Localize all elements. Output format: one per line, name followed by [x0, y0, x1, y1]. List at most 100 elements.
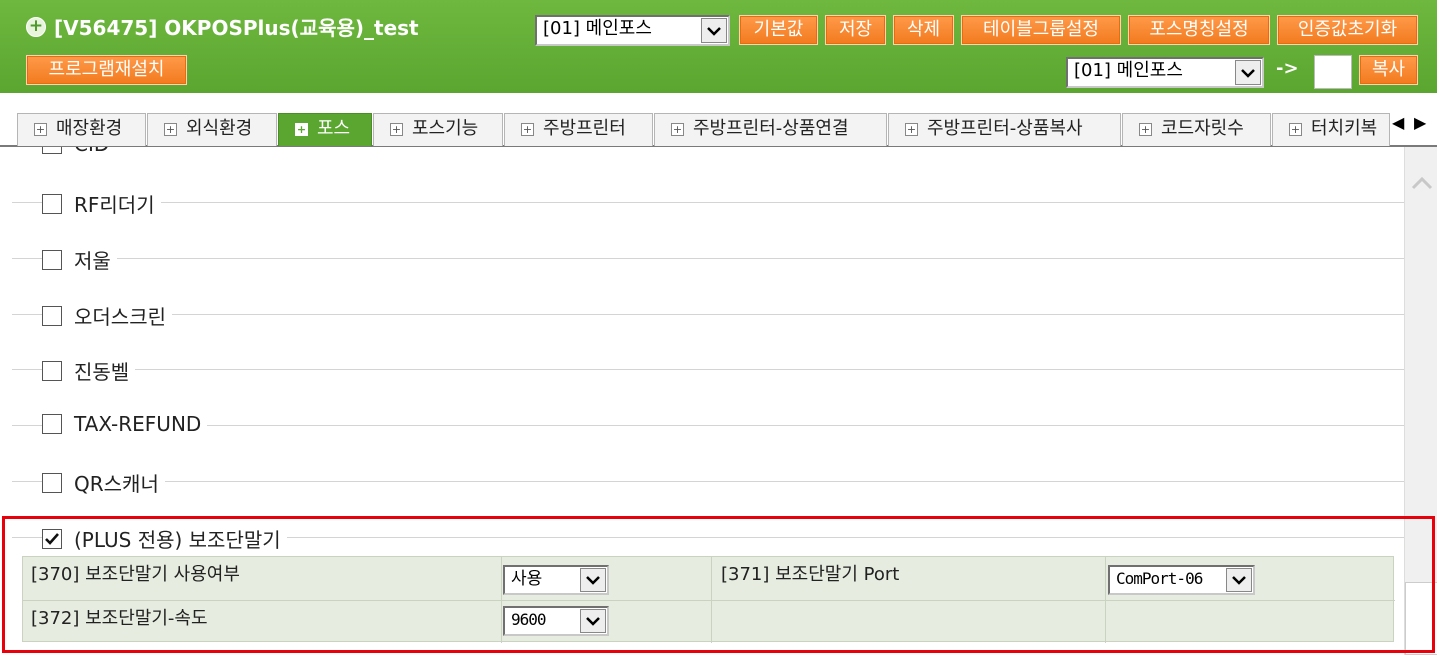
plus-icon: + [164, 123, 177, 136]
group-vibration-bell: 진동벨 [12, 356, 1404, 409]
copy-arrow-text: -> [1276, 58, 1299, 79]
vertical-scrollbar[interactable] [1404, 147, 1437, 655]
group-checkbox-checked[interactable] [42, 528, 62, 549]
group-label: 진동벨 [74, 360, 130, 384]
plus-icon: + [905, 123, 918, 136]
plus-circle-icon[interactable]: + [26, 16, 46, 37]
pos-settings-window: + [V56475] OKPOSPlus(교육용)_test [01] 메인포스… [0, 0, 1437, 655]
tab-label: 주방프린터 [543, 118, 626, 139]
plus-icon: + [521, 123, 534, 136]
tab-label: 터치키복 [1311, 118, 1378, 139]
plus-icon: + [1139, 123, 1152, 136]
group-label: 오더스크린 [74, 305, 166, 329]
reset-auth-button[interactable]: 인증값초기화 [1277, 15, 1418, 45]
tab-pos-functions[interactable]: + 포스기능 [373, 113, 503, 146]
setting-370-label: [370] 보조단말기 사용여부 [31, 564, 240, 585]
group-header: TAX-REFUND [42, 412, 208, 436]
chevron-down-icon[interactable] [1235, 60, 1261, 85]
group-header: QR스캐너 [42, 468, 165, 497]
copy-target-field[interactable] [1314, 55, 1352, 89]
chevron-down-icon[interactable] [580, 609, 606, 633]
group-checkbox[interactable] [42, 193, 62, 214]
setting-371-value: ComPort-06 [1116, 569, 1203, 588]
group-checkbox[interactable] [42, 249, 62, 270]
copy-button[interactable]: 복사 [1359, 55, 1418, 85]
pos-name-settings-button[interactable]: 포스명칭설정 [1128, 15, 1270, 45]
copy-source-select[interactable]: [01] 메인포스 [1066, 57, 1264, 88]
header-bar: + [V56475] OKPOSPlus(교육용)_test [01] 메인포스… [0, 0, 1437, 93]
group-scale: 저울 [12, 245, 1404, 298]
table-group-settings-button[interactable]: 테이블그룹설정 [961, 15, 1121, 45]
tab-code-digits[interactable]: + 코드자릿수 [1122, 113, 1271, 146]
chevron-down-icon[interactable] [580, 568, 606, 592]
group-label: (PLUS 전용) 보조단말기 [74, 528, 281, 552]
tab-dining-env[interactable]: + 외식환경 [147, 113, 277, 146]
tab-label: 포스 [317, 118, 351, 139]
tab-store-env[interactable]: + 매장환경 [17, 113, 146, 146]
chevron-down-icon[interactable] [701, 18, 727, 43]
pos-select[interactable]: [01] 메인포스 [535, 15, 730, 46]
title-area: + [V56475] OKPOSPlus(교육용)_test [26, 12, 419, 41]
group-checkbox[interactable] [42, 147, 62, 154]
group-tax-refund: TAX-REFUND [12, 412, 1404, 465]
tab-kitchen-printer[interactable]: + 주방프린터 [504, 113, 653, 146]
setting-371-select[interactable]: ComPort-06 [1108, 565, 1255, 595]
tab-touch-key-copy[interactable]: + 터치키복 [1272, 113, 1390, 146]
setting-371-label: [371] 보조단말기 Port [721, 564, 900, 585]
group-order-screen: 오더스크린 [12, 301, 1404, 354]
group-header: 진동벨 [42, 356, 136, 385]
tab-label: 주방프린터-상품연결 [693, 118, 849, 139]
chevron-down-icon[interactable] [1226, 568, 1252, 592]
plus-icon: + [295, 123, 308, 136]
tab-label: 외식환경 [186, 118, 253, 139]
scroll-up-icon[interactable] [1411, 175, 1433, 191]
group-header: (PLUS 전용) 보조단말기 [42, 524, 287, 553]
default-button[interactable]: 기본값 [739, 15, 818, 45]
tab-bar: + 매장환경 + 외식환경 + 포스 + 포스기능 + 주방프린터 + 주방프린… [0, 93, 1437, 147]
tab-scroll-right-icon[interactable]: ▶ [1414, 113, 1426, 132]
scrollbar-thumb[interactable] [1405, 582, 1437, 655]
group-header: RF리더기 [42, 189, 161, 218]
group-label: 저울 [74, 249, 111, 273]
tab-kitchen-printer-link[interactable]: + 주방프린터-상품연결 [654, 113, 887, 146]
group-header: 오더스크린 [42, 301, 172, 330]
group-label: TAX-REFUND [74, 412, 202, 436]
setting-370-select[interactable]: 사용 [503, 565, 609, 595]
reinstall-program-button[interactable]: 프로그램재설치 [26, 55, 187, 85]
tab-pos[interactable]: + 포스 [278, 113, 372, 146]
copy-source-value: [01] 메인포스 [1074, 60, 1183, 81]
tab-kitchen-printer-copy[interactable]: + 주방프린터-상품복사 [888, 113, 1121, 146]
group-rf-reader: RF리더기 [12, 189, 1404, 242]
sub-terminal-settings-table: [370] 보조단말기 사용여부 사용 [371] 보조단말기 Port Com… [22, 556, 1395, 643]
tab-label: 매장환경 [56, 118, 123, 139]
setting-372-select[interactable]: 9600 [503, 606, 609, 636]
tab-label: 포스기능 [412, 118, 479, 139]
plus-icon: + [34, 123, 47, 136]
settings-row: [372] 보조단말기-속도 9600 [23, 600, 1395, 643]
group-cid: CID [12, 147, 1404, 185]
group-checkbox[interactable] [42, 472, 62, 493]
settings-row: [370] 보조단말기 사용여부 사용 [371] 보조단말기 Port Com… [23, 557, 1395, 600]
tab-label: 주방프린터-상품복사 [927, 118, 1083, 139]
group-checkbox[interactable] [42, 305, 62, 326]
plus-icon: + [1289, 123, 1302, 136]
group-label: QR스캐너 [74, 472, 159, 496]
pos-select-value: [01] 메인포스 [543, 18, 652, 39]
group-header: 저울 [42, 245, 117, 274]
tab-label: 코드자릿수 [1161, 118, 1244, 139]
checkmark-icon [45, 532, 59, 545]
save-button[interactable]: 저장 [825, 15, 886, 45]
setting-372-label: [372] 보조단말기-속도 [31, 608, 208, 629]
group-qr-scanner: QR스캐너 [12, 468, 1404, 521]
group-label: CID [74, 147, 109, 156]
group-label: RF리더기 [74, 193, 155, 217]
group-checkbox[interactable] [42, 360, 62, 381]
setting-370-value: 사용 [511, 569, 543, 589]
group-checkbox[interactable] [42, 414, 62, 434]
delete-button[interactable]: 삭제 [893, 15, 954, 45]
plus-icon: + [390, 123, 403, 136]
store-title: [V56475] OKPOSPlus(교육용)_test [54, 16, 419, 40]
setting-372-value: 9600 [511, 610, 547, 629]
tab-scroll-left-icon[interactable]: ◀ [1392, 113, 1404, 132]
group-header: CID [42, 147, 116, 156]
